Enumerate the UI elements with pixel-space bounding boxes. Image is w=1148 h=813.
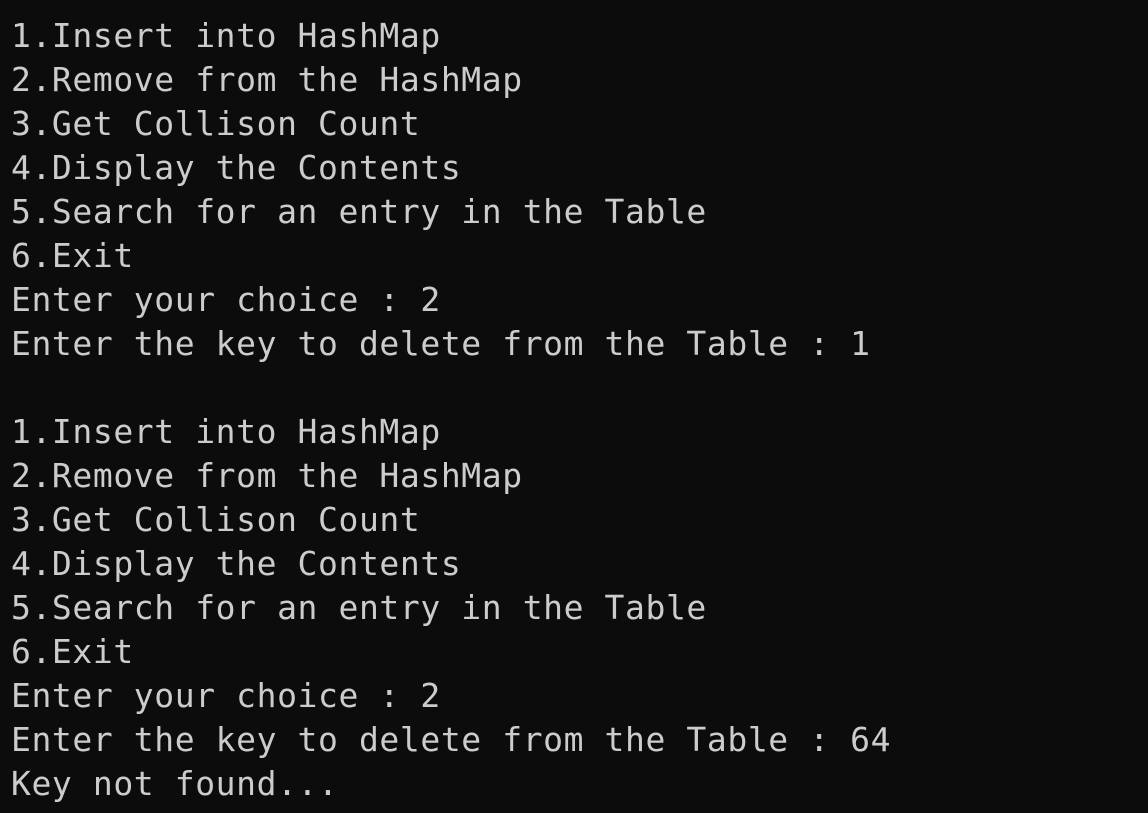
menu-line-insert: 1.Insert into HashMap (11, 412, 441, 451)
menu-line-remove: 2.Remove from the HashMap (11, 60, 523, 99)
menu-line-remove: 2.Remove from the HashMap (11, 456, 523, 495)
menu-line-search: 5.Search for an entry in the Table (11, 192, 707, 231)
menu-line-insert: 1.Insert into HashMap (11, 16, 441, 55)
terminal-console[interactable]: 1.Insert into HashMap 2.Remove from the … (0, 0, 1148, 813)
menu-line-search: 5.Search for an entry in the Table (11, 588, 707, 627)
menu-line-exit: 6.Exit (11, 632, 134, 671)
delete-key-prompt: Enter the key to delete from the Table :… (11, 324, 871, 363)
delete-key-prompt: Enter the key to delete from the Table :… (11, 720, 892, 759)
menu-line-display: 4.Display the Contents (11, 148, 462, 187)
status-message: Key not found... (11, 764, 339, 803)
menu-line-display: 4.Display the Contents (11, 544, 462, 583)
choice-prompt: Enter your choice : 2 (11, 676, 441, 715)
menu-line-collision-count: 3.Get Collison Count (11, 104, 421, 143)
choice-prompt: Enter your choice : 2 (11, 280, 441, 319)
menu-line-exit: 6.Exit (11, 236, 134, 275)
menu-line-collision-count: 3.Get Collison Count (11, 500, 421, 539)
